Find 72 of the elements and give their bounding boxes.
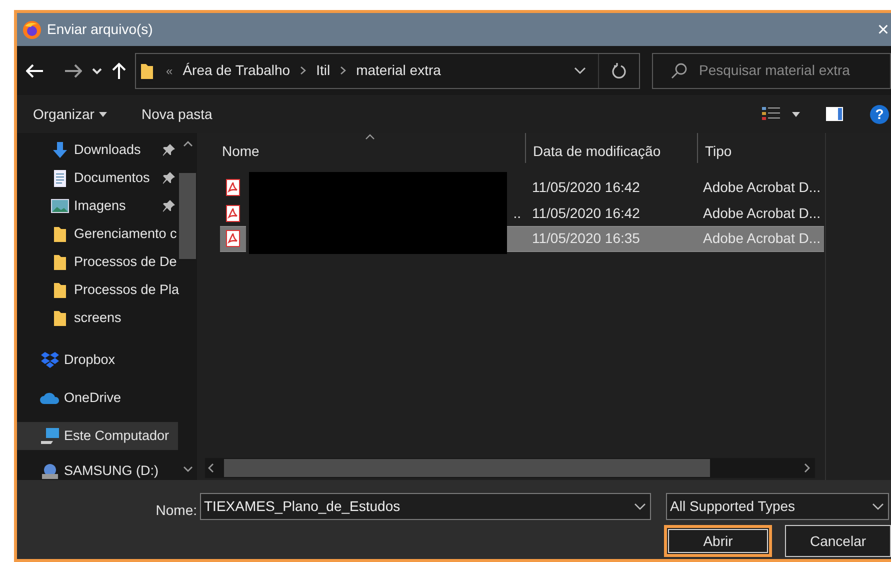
scrollbar-thumb[interactable] <box>224 459 710 477</box>
sidebar-item[interactable]: SAMSUNG (D:) <box>17 459 178 483</box>
close-button[interactable]: × <box>877 20 889 40</box>
file-name-field[interactable]: TIEXAMES_Plano_de_Estudos <box>200 493 651 520</box>
sidebar-item[interactable]: Processos de De <box>17 248 178 276</box>
pin-icon[interactable] <box>163 172 175 184</box>
chevron-right-icon[interactable] <box>340 66 346 75</box>
new-folder-button[interactable]: Nova pasta <box>141 104 212 124</box>
pin-icon[interactable] <box>163 144 175 156</box>
drive-icon <box>40 463 60 479</box>
sidebar-item[interactable]: OneDrive <box>17 384 178 412</box>
help-button[interactable]: ? <box>870 104 889 124</box>
file-date: 11/05/2020 16:42 <box>531 178 641 198</box>
sidebar-item[interactable]: screens <box>17 304 178 332</box>
file-row[interactable]: 11/05/2020 16:42 Adobe Acrobat D... <box>507 175 824 200</box>
organize-menu-button[interactable]: Organizar <box>33 104 108 124</box>
sort-caret-icon <box>365 134 375 140</box>
dialog-button[interactable]: Abrir <box>664 525 772 557</box>
sidebar-item[interactable]: Dropbox <box>17 346 178 374</box>
scrollbar-thumb[interactable] <box>179 173 196 259</box>
file-name: .. <box>512 204 522 223</box>
browser-logo-icon <box>22 20 42 40</box>
pin-icon[interactable] <box>163 200 175 212</box>
file-type: Adobe Acrobat D... <box>702 229 821 248</box>
file-type-dropdown[interactable]: All Supported Types <box>666 493 889 520</box>
sidebar-item[interactable]: Downloads <box>17 136 178 164</box>
refresh-icon[interactable] <box>612 62 626 78</box>
window-title: Enviar arquivo(s) <box>47 20 153 39</box>
back-arrow-icon[interactable] <box>26 64 44 78</box>
breadcrumb-link[interactable]: Área de Trabalho <box>182 60 290 81</box>
scroll-down-icon[interactable] <box>183 466 193 472</box>
sidebar-item[interactable]: Imagens <box>17 192 178 220</box>
up-arrow-icon[interactable] <box>112 62 126 80</box>
scroll-right-icon[interactable] <box>804 463 810 473</box>
file-row[interactable]: .. 11/05/2020 16:42 Adobe Acrobat D... <box>507 200 824 226</box>
chevron-down-icon[interactable] <box>92 66 102 74</box>
forward-arrow-icon[interactable] <box>64 64 82 78</box>
path-overflow-button[interactable]: « <box>166 62 173 80</box>
chevron-down-icon[interactable] <box>634 502 646 510</box>
file-date: 11/05/2020 16:42 <box>531 204 641 223</box>
caret-down-icon[interactable] <box>99 112 108 116</box>
chevron-right-icon[interactable] <box>300 66 306 75</box>
caret-down-icon[interactable] <box>792 112 800 116</box>
file-date: 11/05/2020 16:35 <box>531 229 641 248</box>
sidebar-item[interactable]: Processos de Pla <box>17 276 178 304</box>
file-row[interactable]: 11/05/2020 16:35 Adobe Acrobat D... <box>507 226 824 252</box>
column-header[interactable]: Data de modificação <box>525 133 697 163</box>
folder-icon <box>140 62 154 80</box>
sidebar-item[interactable]: Gerenciamento c <box>17 220 178 248</box>
dialog-button[interactable]: Cancelar <box>785 525 891 557</box>
file-type: Adobe Acrobat D... <box>702 178 821 198</box>
breadcrumb-link[interactable]: material extra <box>356 60 441 81</box>
search-field[interactable]: Pesquisar material extra <box>652 52 891 88</box>
address-bar[interactable]: « Área de Trabalho Itil material extra <box>135 52 640 88</box>
column-header[interactable]: Nome <box>197 133 525 168</box>
scroll-up-icon[interactable] <box>183 141 193 147</box>
chevron-down-icon[interactable] <box>872 502 884 510</box>
view-options-icon[interactable] <box>762 107 780 121</box>
sidebar-item[interactable]: Este Computador <box>17 422 178 450</box>
field-label: Nome: <box>156 501 197 520</box>
preview-pane-icon[interactable] <box>826 107 843 121</box>
download-arrow-icon <box>50 142 70 158</box>
chevron-down-icon[interactable] <box>574 66 586 74</box>
file-type: Adobe Acrobat D... <box>702 204 821 223</box>
computer-icon <box>40 428 60 444</box>
image-icon <box>50 199 70 213</box>
dropbox-icon <box>40 352 60 368</box>
sidebar-item[interactable]: Documentos <box>17 164 178 192</box>
scroll-left-icon[interactable] <box>208 463 214 473</box>
breadcrumb-link[interactable]: Itil <box>316 60 330 81</box>
cloud-icon <box>40 392 60 404</box>
search-icon <box>671 62 687 78</box>
